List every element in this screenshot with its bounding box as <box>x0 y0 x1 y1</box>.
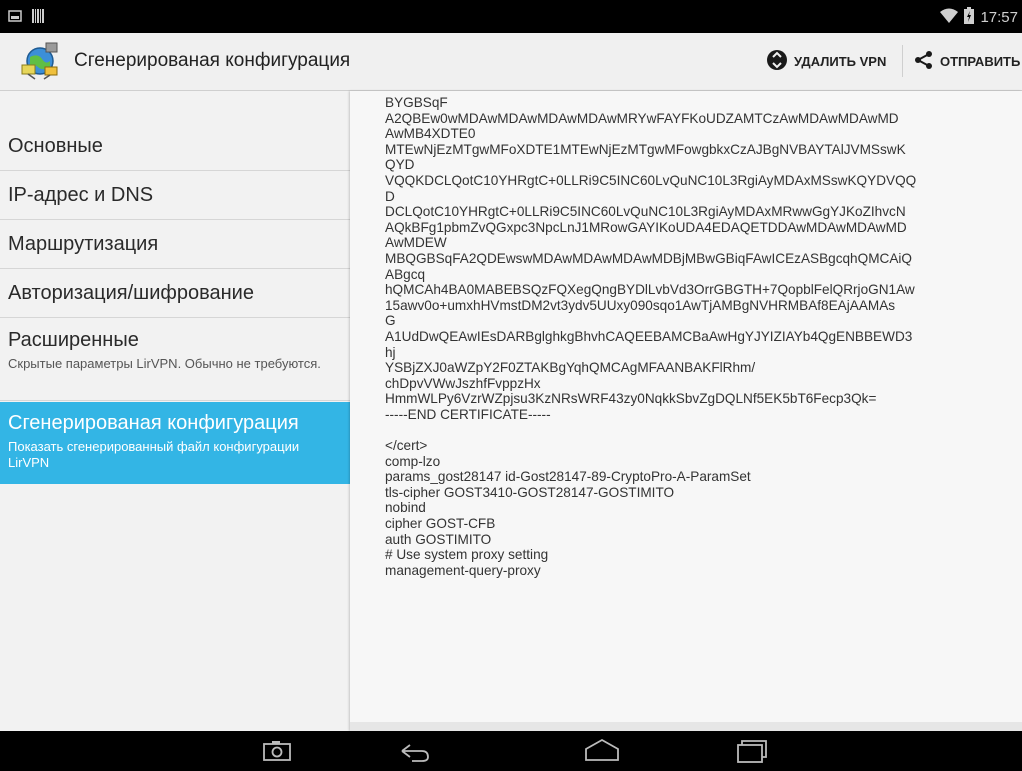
status-bar: 17:57 <box>0 0 1022 33</box>
action-divider <box>902 45 903 77</box>
screenshot-icon[interactable] <box>262 737 292 765</box>
send-button[interactable]: ОТПРАВИТЬ <box>914 46 1020 76</box>
recents-icon[interactable] <box>734 737 768 765</box>
action-bar: Сгенерированая конфигурация УДАЛИТЬ VPN … <box>0 33 1022 91</box>
wifi-icon <box>940 8 959 28</box>
battery-icon <box>964 7 975 28</box>
picture-icon <box>8 9 22 28</box>
page-title: Сгенерированая конфигурация <box>74 50 351 71</box>
recycle-icon <box>766 49 788 74</box>
sidebar-item-advanced[interactable]: Расширенные Скрытые параметры LirVPN. Об… <box>0 318 350 401</box>
pane-bottom-edge <box>350 722 1022 731</box>
sidebar-item-label: Сгенерированая конфигурация <box>8 412 299 434</box>
sidebar-item-ip-dns[interactable]: IP-адрес и DNS <box>0 171 350 220</box>
send-label: ОТПРАВИТЬ <box>940 53 1021 69</box>
sidebar-item-label: Авторизация/шифрование <box>8 282 254 304</box>
config-viewer[interactable]: BYGBSqF A2QBEw0wMDAwMDAwMDAwMDAwMRYwFAYF… <box>350 91 1022 731</box>
sidebar-item-label: Расширенные <box>8 329 139 351</box>
delete-vpn-label: УДАЛИТЬ VPN <box>794 53 887 69</box>
barcode-icon <box>32 9 44 28</box>
config-text: BYGBSqF A2QBEw0wMDAwMDAwMDAwMDAwMRYwFAYF… <box>385 95 917 578</box>
sidebar-item-general[interactable]: Основные <box>0 122 350 171</box>
sidebar-item-routing[interactable]: Маршрутизация <box>0 220 350 269</box>
sidebar-item-subtitle: Скрытые параметры LirVPN. Обычно не треб… <box>8 356 321 371</box>
clock: 17:57 <box>980 9 1018 26</box>
delete-vpn-button[interactable]: УДАЛИТЬ VPN <box>766 46 886 76</box>
app-network-icon[interactable] <box>20 41 60 81</box>
settings-sidebar: Основные IP-адрес и DNS Маршрутизация Ав… <box>0 91 350 731</box>
sidebar-item-label: Основные <box>8 135 103 157</box>
sidebar-item-subtitle: Показать сгенерированный файл конфигурац… <box>8 439 300 470</box>
sidebar-item-generated-config[interactable]: Сгенерированая конфигурация Показать сге… <box>0 402 350 484</box>
back-icon[interactable] <box>396 737 432 765</box>
share-icon <box>914 50 934 73</box>
navigation-bar <box>0 731 1022 771</box>
sidebar-item-label: Маршрутизация <box>8 233 159 255</box>
home-icon[interactable] <box>582 737 622 765</box>
sidebar-item-auth-encryption[interactable]: Авторизация/шифрование <box>0 269 350 318</box>
sidebar-item-label: IP-адрес и DNS <box>8 184 154 206</box>
